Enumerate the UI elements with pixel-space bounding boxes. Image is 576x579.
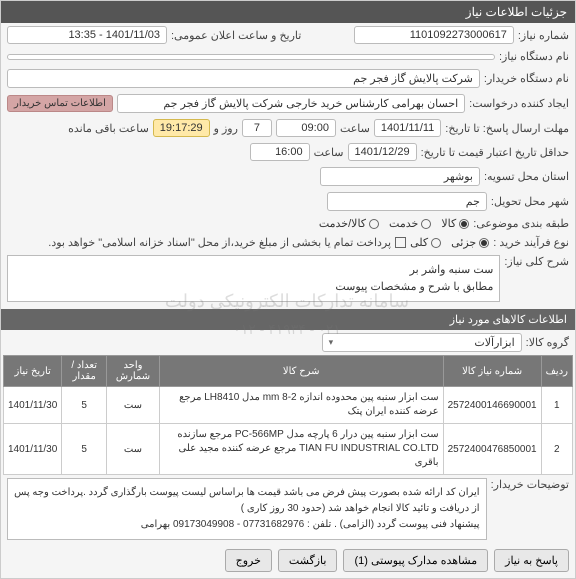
panel-header: جزئیات اطلاعات نیاز [1, 1, 575, 23]
cell-unit: ست [107, 424, 160, 475]
need-number-value: 1101092273000617 [354, 26, 514, 44]
cell-qty: 5 [62, 424, 107, 475]
th-idx: ردیف [541, 356, 572, 387]
radio-full[interactable]: کلی [410, 236, 441, 249]
radio-dot-icon [459, 219, 469, 229]
need-number-label: شماره نیاز: [518, 29, 569, 42]
deadline-date: 1401/11/11 [374, 119, 441, 137]
device-label: نام دستگاه نیاز: [499, 50, 569, 63]
purchase-radio-group: جزئی کلی [410, 236, 489, 249]
treasury-checkbox[interactable] [395, 237, 406, 248]
goods-table: ردیف شماره نیاز کالا شرح کالا واحد شمارش… [3, 355, 573, 475]
table-header-row: ردیف شماره نیاز کالا شرح کالا واحد شمارش… [4, 356, 573, 387]
contact-info-button[interactable]: اطلاعات تماس خریدار [7, 95, 113, 112]
buyer-value: شرکت پالایش گاز فجر جم [7, 69, 480, 88]
topic-label: طبقه بندی موضوعی: [473, 217, 569, 230]
validity-label: حداقل تاریخ اعتبار قیمت تا تاریخ: [421, 146, 569, 159]
cell-date: 1401/11/30 [4, 387, 62, 424]
attachments-button[interactable]: مشاهده مدارک پیوستی (1) [343, 549, 488, 572]
cell-qty: 5 [62, 387, 107, 424]
goods-group-label: گروه کالا: [526, 336, 569, 349]
radio-partial[interactable]: جزئی [451, 236, 489, 249]
requester-label: ایجاد کننده درخواست: [469, 97, 569, 110]
city-label: شهر محل تحویل: [491, 195, 569, 208]
cell-unit: ست [107, 387, 160, 424]
need-desc-line2: مطابق با شرح و مشخصات پیوست [14, 279, 493, 296]
th-unit: واحد شمارش [107, 356, 160, 387]
cell-idx: 2 [541, 424, 572, 475]
validity-time: 16:00 [250, 143, 310, 161]
requester-value: احسان بهرامی کارشناس خرید خارجی شرکت پال… [117, 94, 465, 113]
province-label: استان محل تسویه: [484, 170, 569, 183]
need-desc-label: شرح کلی نیاز: [504, 255, 569, 268]
time-remaining: 19:17:29 [153, 119, 210, 137]
goods-section-header: اطلاعات کالاهای مورد نیاز [1, 309, 575, 330]
device-value [7, 54, 495, 60]
time-label-2: ساعت [314, 146, 344, 159]
topic-radio-group: کالا خدمت کالا/خدمت [319, 217, 469, 230]
cell-code: 2572400146690001 [443, 387, 541, 424]
days-label: روز و [214, 122, 238, 135]
cell-code: 2572400476850001 [443, 424, 541, 475]
back-button[interactable]: بازگشت [278, 549, 338, 572]
deadline-time: 09:00 [276, 119, 336, 137]
goods-group-value: ابزارآلات [474, 336, 514, 349]
radio-goods-service[interactable]: کالا/خدمت [319, 217, 379, 230]
buyer-notes-box: ایران کد ارائه شده بصورت پیش فرض می باشد… [7, 478, 487, 540]
cell-date: 1401/11/30 [4, 424, 62, 475]
buyer-label: نام دستگاه خریدار: [484, 72, 569, 85]
need-desc-box: ست سنبه واشر بر مطابق با شرح و مشخصات پی… [7, 255, 500, 302]
goods-group-select[interactable]: ابزارآلات ▾ [322, 333, 522, 352]
radio-dot-icon [369, 219, 379, 229]
purchase-type-label: نوع فرآیند خرید : [493, 236, 569, 249]
th-desc: شرح کالا [159, 356, 443, 387]
days-remaining: 7 [242, 119, 272, 137]
validity-date: 1401/12/29 [348, 143, 417, 161]
close-button[interactable]: خروج [225, 549, 272, 572]
radio-service[interactable]: خدمت [389, 217, 431, 230]
cell-desc: ست ابزار سنبه پین محدوده اندازه mm 8-2 م… [159, 387, 443, 424]
radio-goods[interactable]: کالا [441, 217, 469, 230]
deadline-label: مهلت ارسال پاسخ: تا تاریخ: [445, 122, 569, 135]
cell-idx: 1 [541, 387, 572, 424]
radio-dot-icon [431, 238, 441, 248]
th-date: تاریخ نیاز [4, 356, 62, 387]
need-desc-line1: ست سنبه واشر بر [14, 262, 493, 279]
payment-note: پرداخت تمام یا بخشی از مبلغ خرید،از محل … [48, 236, 391, 249]
remain-label: ساعت باقی مانده [68, 122, 149, 135]
footer-actions: پاسخ به نیاز مشاهده مدارک پیوستی (1) باز… [1, 543, 575, 578]
table-row: 1 2572400146690001 ست ابزار سنبه پین محد… [4, 387, 573, 424]
chevron-down-icon: ▾ [329, 337, 334, 348]
reply-button[interactable]: پاسخ به نیاز [494, 549, 569, 572]
time-label-1: ساعت [340, 122, 370, 135]
cell-desc: ست ابزار سنبه پین درار 6 پارچه مدل PC-56… [159, 424, 443, 475]
th-code: شماره نیاز کالا [443, 356, 541, 387]
buyer-notes-label: توضیحات خریدار: [491, 478, 569, 491]
table-row: 2 2572400476850001 ست ابزار سنبه پین درا… [4, 424, 573, 475]
radio-dot-icon [421, 219, 431, 229]
th-qty: تعداد / مقدار [62, 356, 107, 387]
city-value: جم [327, 192, 487, 211]
announce-value: 1401/11/03 - 13:35 [7, 26, 167, 44]
province-value: بوشهر [320, 167, 480, 186]
radio-dot-icon [479, 238, 489, 248]
announce-label: تاریخ و ساعت اعلان عمومی: [171, 29, 301, 42]
